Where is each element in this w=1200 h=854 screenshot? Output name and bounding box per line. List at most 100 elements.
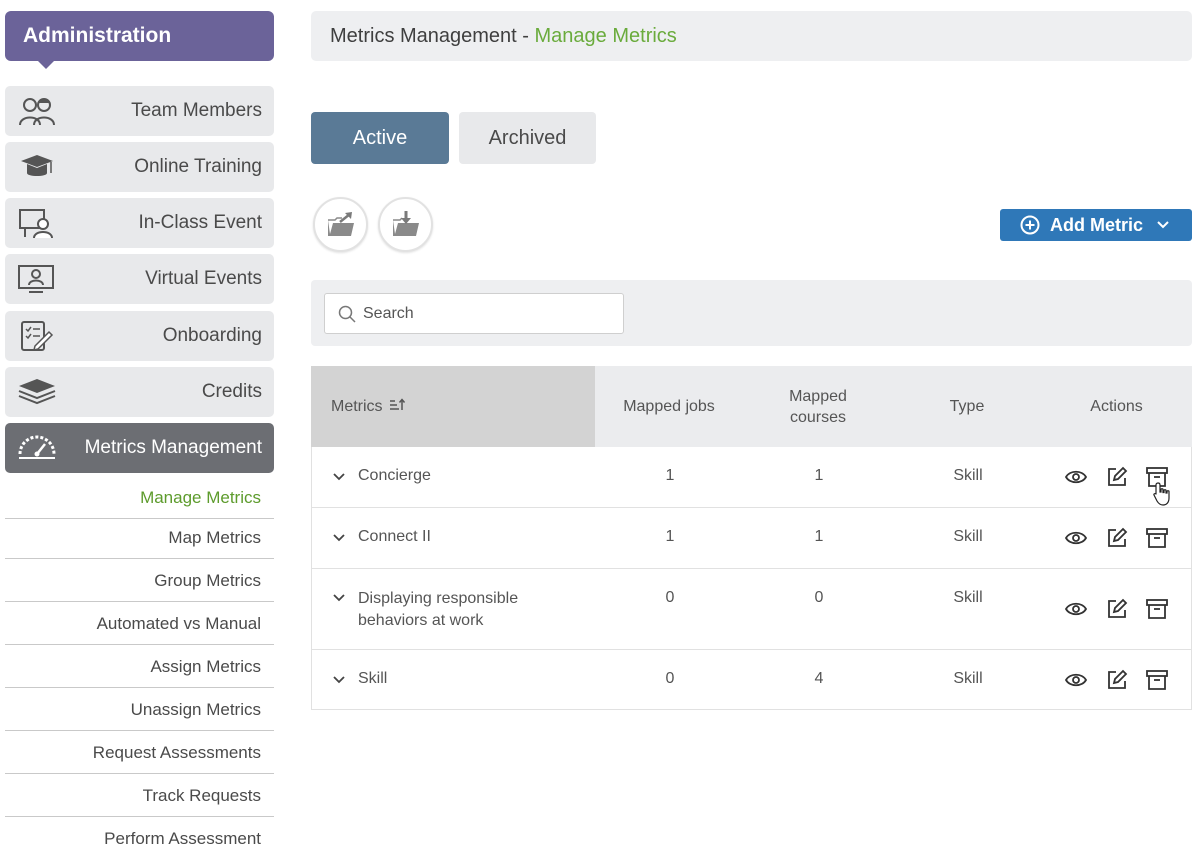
layers-icon xyxy=(18,379,56,405)
mapped-courses-cell: 1 xyxy=(814,467,824,484)
metric-name: Displaying responsible behaviors at work xyxy=(358,588,518,632)
column-header-metrics-label: Metrics xyxy=(331,398,383,415)
column-header-metrics[interactable]: Metrics xyxy=(311,366,595,447)
admin-header-notch xyxy=(37,60,55,69)
table-row: Skill 0 4 Skill xyxy=(311,650,1192,710)
type-cell: Skill xyxy=(953,528,983,545)
table-header: Metrics Mapped jobs Mapped courses Type … xyxy=(311,366,1192,447)
mapped-courses-cell: 4 xyxy=(814,670,824,687)
chevron-down-icon xyxy=(333,473,345,481)
column-header-mapped-courses-line1: Mapped xyxy=(789,387,847,405)
subnav-track-requests[interactable]: Track Requests xyxy=(5,774,274,817)
sidebar-item-label: Credits xyxy=(201,381,262,402)
breadcrumb-parent[interactable]: Metrics Management - xyxy=(330,25,535,47)
gauge-icon xyxy=(18,435,56,459)
breadcrumb-current: Manage Metrics xyxy=(534,25,677,47)
chevron-down-icon xyxy=(333,676,345,684)
expand-row-button[interactable] xyxy=(332,528,358,548)
subnav-request-assessments[interactable]: Request Assessments xyxy=(5,731,274,774)
metric-name: Skill xyxy=(358,670,388,687)
team-members-icon xyxy=(19,98,55,126)
sidebar-item-in-class-event[interactable]: In-Class Event xyxy=(5,198,274,248)
mapped-courses-cell: 0 xyxy=(814,589,824,606)
breadcrumb: Metrics Management - Manage Metrics xyxy=(311,11,1192,61)
subnav-manage-metrics[interactable]: Manage Metrics xyxy=(5,476,274,519)
mapped-jobs-cell: 0 xyxy=(665,670,675,687)
tab-active[interactable]: Active xyxy=(311,112,449,164)
chevron-down-icon xyxy=(333,534,345,542)
add-metric-label: Add Metric xyxy=(1050,215,1144,235)
edit-icon[interactable] xyxy=(1105,465,1129,489)
column-header-actions: Actions xyxy=(1090,398,1143,415)
type-cell: Skill xyxy=(953,467,983,484)
archive-icon[interactable] xyxy=(1145,668,1169,692)
checklist-icon xyxy=(21,321,54,352)
mapped-jobs-cell: 1 xyxy=(665,528,675,545)
subnav-unassign-metrics[interactable]: Unassign Metrics xyxy=(5,688,274,731)
sidebar-item-label: Online Training xyxy=(134,156,262,177)
column-header-mapped-jobs: Mapped jobs xyxy=(623,398,715,415)
edit-icon[interactable] xyxy=(1105,526,1129,550)
mapped-jobs-cell: 1 xyxy=(665,467,675,484)
mapped-jobs-cell: 0 xyxy=(665,589,675,606)
search-bar xyxy=(311,280,1192,346)
metric-name-line2: behaviors at work xyxy=(358,612,484,629)
archive-icon[interactable] xyxy=(1145,526,1169,550)
sidebar-item-onboarding[interactable]: Onboarding xyxy=(5,311,274,361)
view-icon[interactable] xyxy=(1064,465,1088,489)
type-cell: Skill xyxy=(953,670,983,687)
subnav-automated-vs-manual[interactable]: Automated vs Manual xyxy=(5,602,274,645)
admin-header: Administration xyxy=(5,11,274,69)
import-button[interactable] xyxy=(378,197,433,252)
chevron-down-icon xyxy=(1157,221,1169,229)
folder-export-icon xyxy=(328,212,354,236)
metric-name-cell: Displaying responsible behaviors at work xyxy=(332,588,518,632)
expand-row-button[interactable] xyxy=(332,467,358,487)
expand-row-button[interactable] xyxy=(332,670,358,690)
view-icon[interactable] xyxy=(1064,668,1088,692)
metric-name-cell: Connect II xyxy=(332,528,431,548)
sort-ascending-icon xyxy=(389,397,405,410)
column-header-type: Type xyxy=(949,398,985,415)
table-row: Connect II 1 1 Skill xyxy=(311,508,1192,569)
search-input[interactable] xyxy=(363,294,618,333)
subnav-map-metrics[interactable]: Map Metrics xyxy=(5,516,274,559)
mapped-courses-cell: 1 xyxy=(814,528,824,545)
subnav-perform-assessment[interactable]: Perform Assessment xyxy=(5,817,274,854)
monitor-person-icon xyxy=(18,265,54,293)
sidebar-item-label: Onboarding xyxy=(162,325,262,346)
folder-import-icon xyxy=(393,211,419,236)
sidebar-item-online-training[interactable]: Online Training xyxy=(5,142,274,192)
edit-icon[interactable] xyxy=(1105,597,1129,621)
archive-icon[interactable] xyxy=(1145,597,1169,621)
search-icon xyxy=(338,305,356,323)
sidebar-item-team-members[interactable]: Team Members xyxy=(5,86,274,136)
sidebar-item-label: Team Members xyxy=(131,100,262,121)
view-icon[interactable] xyxy=(1064,597,1088,621)
type-cell: Skill xyxy=(953,589,983,606)
presenter-icon xyxy=(19,209,53,239)
table-row: Displaying responsible behaviors at work… xyxy=(311,569,1192,650)
sidebar-item-label: Metrics Management xyxy=(84,437,262,458)
chevron-down-icon xyxy=(333,594,345,602)
view-icon[interactable] xyxy=(1064,526,1088,550)
sidebar-item-label: In-Class Event xyxy=(138,212,262,233)
tab-archived[interactable]: Archived xyxy=(459,112,596,164)
subnav-assign-metrics[interactable]: Assign Metrics xyxy=(5,645,274,688)
table-row: Concierge 1 1 Skill xyxy=(311,447,1192,508)
pointer-cursor-icon xyxy=(1153,482,1170,506)
sidebar-item-virtual-events[interactable]: Virtual Events xyxy=(5,254,274,304)
metric-name-cell: Skill xyxy=(332,670,387,690)
edit-icon[interactable] xyxy=(1105,668,1129,692)
export-button[interactable] xyxy=(313,197,368,252)
add-metric-button[interactable]: Add Metric xyxy=(1000,209,1192,241)
metric-name: Connect II xyxy=(358,528,431,545)
metric-name-cell: Concierge xyxy=(332,467,431,487)
subnav-group-metrics[interactable]: Group Metrics xyxy=(5,559,274,602)
column-header-mapped-courses-line2: courses xyxy=(789,408,847,426)
sidebar-item-metrics-management[interactable]: Metrics Management xyxy=(5,423,274,473)
sidebar-item-credits[interactable]: Credits xyxy=(5,367,274,417)
expand-row-button[interactable] xyxy=(332,588,358,632)
search-box[interactable] xyxy=(324,293,624,334)
plus-circle-icon xyxy=(1020,215,1040,235)
